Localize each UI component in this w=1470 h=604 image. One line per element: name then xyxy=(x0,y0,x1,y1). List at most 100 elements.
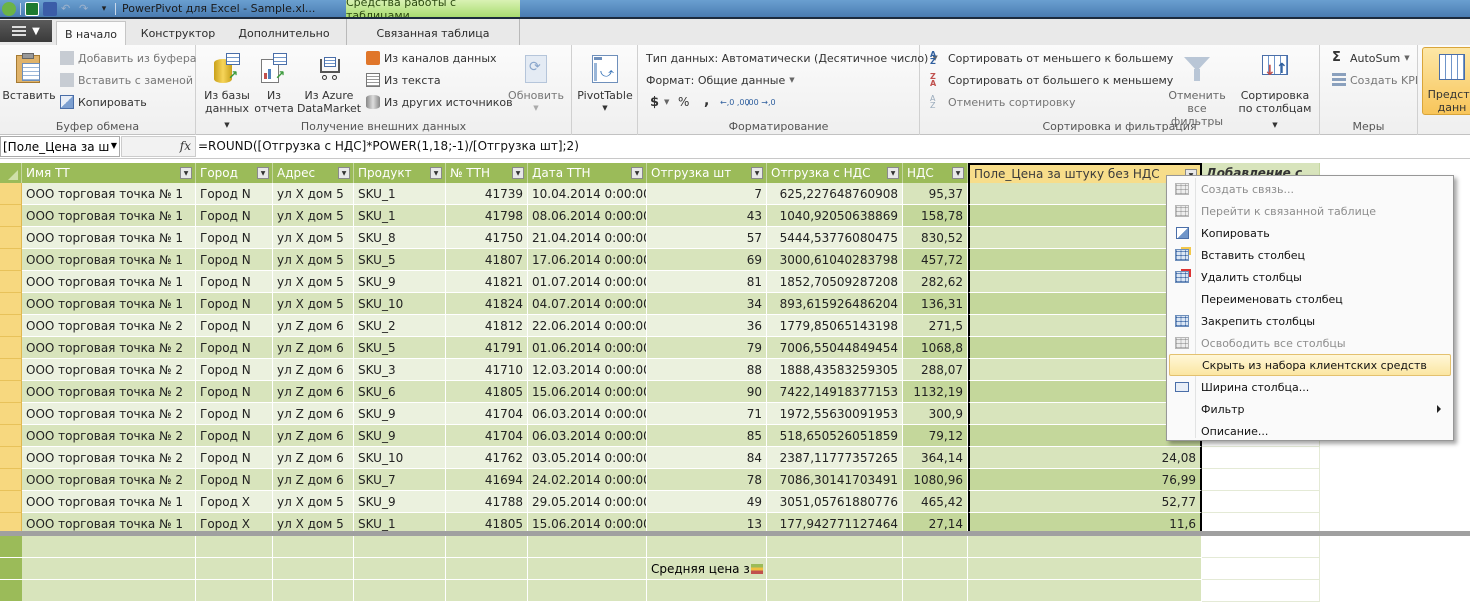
powerpivot-icon[interactable] xyxy=(2,1,16,16)
cell-address[interactable]: ул Z дом 6 xyxy=(273,403,354,425)
from-other-sources-button[interactable]: Из других источников xyxy=(366,93,513,111)
clear-all-filters-button[interactable]: Отменить все фильтры xyxy=(1162,49,1232,128)
cell-invoice-date[interactable]: 24.02.2014 0:00:00 xyxy=(528,469,647,491)
paste-replace-button[interactable]: Вставить с заменой xyxy=(60,71,193,89)
cell-invoice-date[interactable]: 10.04.2014 0:00:00 xyxy=(528,183,647,205)
cell-amount-vat[interactable]: 625,227648760908 xyxy=(767,183,903,205)
cell-invoice-date[interactable]: 01.07.2014 0:00:00 xyxy=(528,271,647,293)
from-data-feeds-button[interactable]: Из каналов данных xyxy=(366,49,497,67)
row-header[interactable] xyxy=(0,337,22,359)
cell-invoice-date[interactable]: 06.03.2014 0:00:00 xyxy=(528,425,647,447)
calc-cell[interactable] xyxy=(903,536,968,558)
cell-city[interactable]: Город N xyxy=(196,337,273,359)
cell-invoice-date[interactable]: 12.03.2014 0:00:00 xyxy=(528,359,647,381)
cell-qty[interactable]: 84 xyxy=(647,447,767,469)
cell-address[interactable]: ул Z дом 6 xyxy=(273,381,354,403)
column-header-col-address[interactable]: Адрес ▼ xyxy=(273,163,354,183)
cell-add-column[interactable] xyxy=(1202,469,1320,491)
cell-invoice-date[interactable]: 15.06.2014 0:00:00 xyxy=(528,381,647,403)
cell-invoice-date[interactable]: 08.06.2014 0:00:00 xyxy=(528,205,647,227)
undo-icon[interactable]: ↶ xyxy=(61,2,75,16)
calc-cell[interactable] xyxy=(354,558,446,580)
calc-cell[interactable] xyxy=(903,580,968,602)
cell-vat[interactable]: 282,62 xyxy=(903,271,968,293)
calc-cell[interactable] xyxy=(446,536,528,558)
column-header-col-amount-vat[interactable]: Отгрузка с НДС ▼ xyxy=(767,163,903,183)
cell-address[interactable]: ул Z дом 6 xyxy=(273,337,354,359)
menu-item-rename-column[interactable]: Переименовать столбец xyxy=(1169,288,1451,310)
calc-cell[interactable] xyxy=(196,558,273,580)
cell-invoice-no[interactable]: 41812 xyxy=(446,315,528,337)
cell-address[interactable]: ул Z дом 6 xyxy=(273,315,354,337)
menu-item-column-width[interactable]: Ширина столбца... xyxy=(1169,376,1451,398)
cell-invoice-date[interactable]: 17.06.2014 0:00:00 xyxy=(528,249,647,271)
cell-store-name[interactable]: ООО торговая точка № 2 xyxy=(22,337,196,359)
cell-price-no-vat[interactable]: 76,99 xyxy=(968,469,1202,491)
cell-amount-vat[interactable]: 3000,61040283798 xyxy=(767,249,903,271)
file-menu-button[interactable]: ▼ xyxy=(0,20,52,42)
tab-linked-table[interactable]: Связанная таблица xyxy=(346,21,520,46)
currency-button[interactable]: $ ▼ xyxy=(650,93,669,111)
cell-qty[interactable]: 85 xyxy=(647,425,767,447)
from-report-button[interactable]: ↗ Из отчета xyxy=(254,49,294,115)
cell-city[interactable]: Город X xyxy=(196,491,273,513)
row-header[interactable] xyxy=(0,491,22,513)
cell-vat[interactable]: 288,07 xyxy=(903,359,968,381)
cell-city[interactable]: Город N xyxy=(196,205,273,227)
cell-price-no-vat[interactable]: 52,77 xyxy=(968,491,1202,513)
cell-qty[interactable]: 43 xyxy=(647,205,767,227)
cell-city[interactable]: Город N xyxy=(196,271,273,293)
filter-dropdown-icon[interactable]: ▼ xyxy=(430,167,442,179)
row-header[interactable] xyxy=(0,315,22,337)
cell-qty[interactable]: 88 xyxy=(647,359,767,381)
table-row[interactable]: ООО торговая точка № 2 Город Nул Z дом 6S… xyxy=(0,447,1470,469)
cell-invoice-date[interactable]: 01.06.2014 0:00:00 xyxy=(528,337,647,359)
cell-amount-vat[interactable]: 7422,14918377153 xyxy=(767,381,903,403)
cell-amount-vat[interactable]: 5444,53776080475 xyxy=(767,227,903,249)
percent-button[interactable]: % xyxy=(678,93,689,111)
calc-cell[interactable] xyxy=(647,536,767,558)
cell-city[interactable]: Город N xyxy=(196,183,273,205)
cell-product[interactable]: SKU_5 xyxy=(354,337,446,359)
cell-qty[interactable]: 71 xyxy=(647,403,767,425)
cell-qty[interactable]: 78 xyxy=(647,469,767,491)
cell-invoice-date[interactable]: 04.07.2014 0:00:00 xyxy=(528,293,647,315)
add-from-clipboard-button[interactable]: Добавить из буфера xyxy=(60,49,197,67)
formula-input[interactable]: =ROUND([Отгрузка с НДС]*POWER(1,18;-1)/[… xyxy=(198,139,579,153)
select-all-corner[interactable] xyxy=(0,163,22,183)
calc-cell[interactable] xyxy=(1202,536,1320,558)
filter-dropdown-icon[interactable]: ▼ xyxy=(257,167,269,179)
filter-dropdown-icon[interactable]: ▼ xyxy=(512,167,524,179)
cell-city[interactable]: Город N xyxy=(196,227,273,249)
calc-cell[interactable] xyxy=(968,536,1202,558)
cell-qty[interactable]: 57 xyxy=(647,227,767,249)
calc-row-header[interactable] xyxy=(0,558,22,580)
cell-city[interactable]: Город N xyxy=(196,425,273,447)
cell-address[interactable]: ул X дом 5 xyxy=(273,271,354,293)
name-box[interactable]: [Поле_Цена за ш ▼ xyxy=(0,136,120,157)
cell-qty[interactable]: 90 xyxy=(647,381,767,403)
column-header-col-invoice-date[interactable]: Дата ТТН ▼ xyxy=(528,163,647,183)
cell-invoice-no[interactable]: 41750 xyxy=(446,227,528,249)
menu-item-insert-column[interactable]: Вставить столбец xyxy=(1169,244,1451,266)
menu-item-hide-from-client-tools[interactable]: Скрыть из набора клиентских средств xyxy=(1169,354,1451,376)
cell-add-column[interactable] xyxy=(1202,447,1320,469)
calc-cell[interactable] xyxy=(903,558,968,580)
cell-qty[interactable]: 81 xyxy=(647,271,767,293)
cell-vat[interactable]: 457,72 xyxy=(903,249,968,271)
create-kpi-button[interactable]: Создать KPI xyxy=(1332,71,1418,89)
row-header[interactable] xyxy=(0,271,22,293)
cell-store-name[interactable]: ООО торговая точка № 1 xyxy=(22,249,196,271)
cell-address[interactable]: ул X дом 5 xyxy=(273,293,354,315)
menu-item-go-to-related-table[interactable]: Перейти к связанной таблице xyxy=(1169,200,1451,222)
cell-invoice-no[interactable]: 41807 xyxy=(446,249,528,271)
cell-qty[interactable]: 69 xyxy=(647,249,767,271)
clear-sort-button[interactable]: AZ Отменить сортировку xyxy=(930,93,1076,111)
row-header[interactable] xyxy=(0,249,22,271)
copy-button[interactable]: Копировать xyxy=(60,93,147,111)
calc-cell[interactable] xyxy=(528,536,647,558)
row-header[interactable] xyxy=(0,227,22,249)
menu-item-delete-columns[interactable]: Удалить столбцы xyxy=(1169,266,1451,288)
cell-invoice-no[interactable]: 41704 xyxy=(446,403,528,425)
cell-amount-vat[interactable]: 1888,43583259305 xyxy=(767,359,903,381)
